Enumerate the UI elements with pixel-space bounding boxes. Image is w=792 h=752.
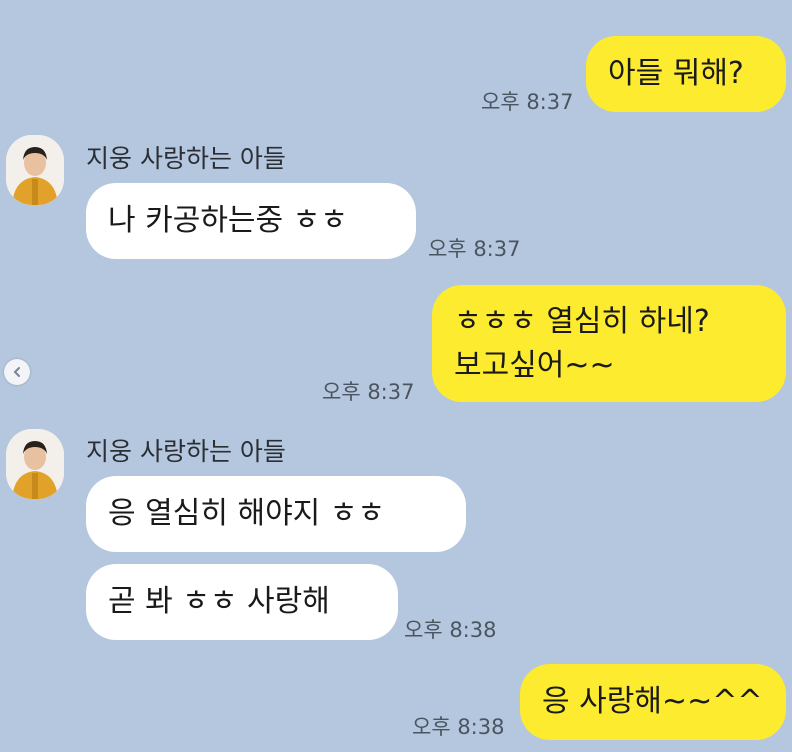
chevron-left-icon bbox=[13, 367, 20, 377]
profile-photo bbox=[6, 135, 64, 205]
message-text: 응 열심히 해야지 ㅎㅎ bbox=[108, 496, 386, 531]
their-message-bubble[interactable]: 곧 봐 ㅎㅎ 사랑해 bbox=[86, 564, 398, 640]
message-text: 나 카공하는중 ㅎㅎ bbox=[108, 203, 348, 238]
my-message-bubble[interactable]: 응 사랑해~~^^ bbox=[520, 664, 786, 740]
sender-name: 지웅 사랑하는 아들 bbox=[86, 437, 286, 466]
avatar[interactable] bbox=[6, 135, 64, 205]
message-time: 오후 8:38 bbox=[404, 618, 497, 642]
their-message-bubble[interactable]: 나 카공하는중 ㅎㅎ bbox=[86, 183, 416, 259]
scroll-button[interactable] bbox=[4, 359, 30, 385]
message-text: 곧 봐 ㅎㅎ 사랑해 bbox=[108, 584, 330, 619]
avatar[interactable] bbox=[6, 429, 64, 499]
message-text-line: 보고싶어~~ bbox=[454, 347, 615, 383]
profile-photo bbox=[6, 429, 64, 499]
my-message-bubble[interactable]: 아들 뭐해? bbox=[586, 36, 786, 112]
sender-name: 지웅 사랑하는 아들 bbox=[86, 144, 286, 173]
message-time: 오후 8:37 bbox=[428, 237, 521, 261]
message-text: 응 사랑해~~^^ bbox=[542, 684, 763, 719]
my-message-bubble[interactable]: ㅎㅎㅎ 열심히 하네? 보고싶어~~ bbox=[432, 285, 786, 402]
message-time: 오후 8:38 bbox=[412, 715, 505, 739]
message-text-line: ㅎㅎㅎ 열심히 하네? bbox=[454, 303, 710, 339]
message-time: 오후 8:37 bbox=[481, 90, 574, 114]
message-text: 아들 뭐해? bbox=[608, 56, 744, 91]
their-message-bubble[interactable]: 응 열심히 해야지 ㅎㅎ bbox=[86, 476, 466, 552]
message-time: 오후 8:37 bbox=[322, 380, 415, 404]
